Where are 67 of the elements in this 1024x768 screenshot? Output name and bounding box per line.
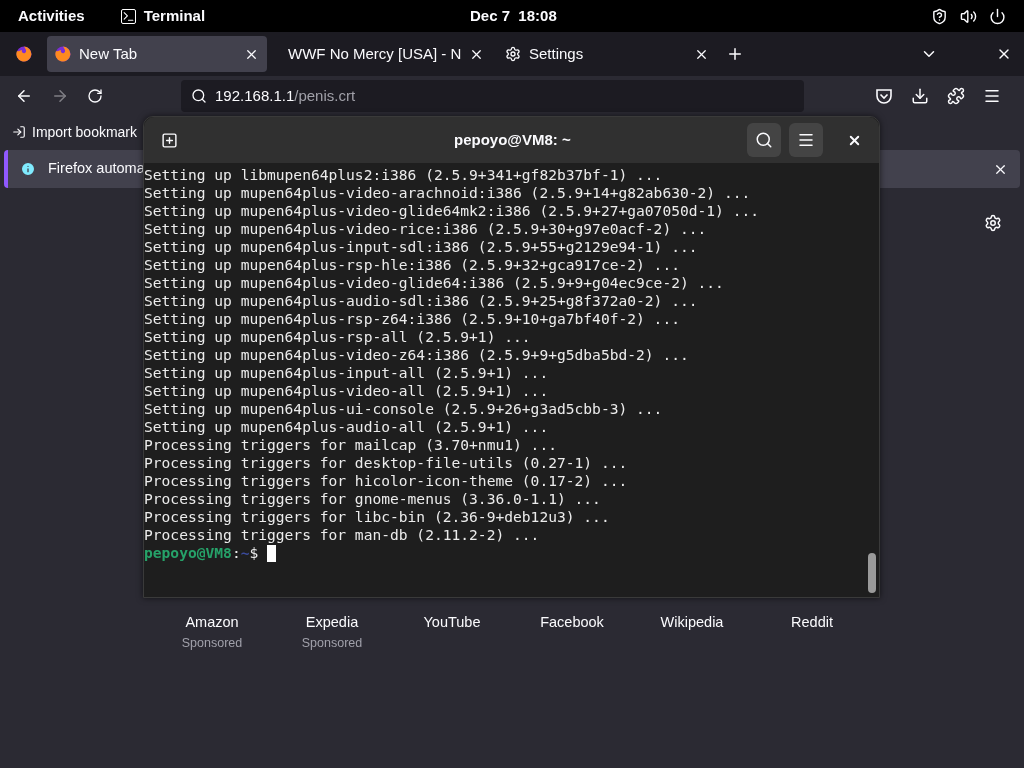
terminal-line: Processing triggers for man-db (2.11.2-2) ... bbox=[144, 526, 540, 544]
clock[interactable]: Dec 7 18:08 bbox=[470, 4, 557, 28]
download-icon[interactable] bbox=[911, 87, 929, 105]
url-text: 192.168.1.1/penis.crt bbox=[215, 85, 356, 106]
search-button[interactable] bbox=[747, 123, 781, 157]
menu-icon bbox=[797, 131, 815, 149]
new-tab-icon bbox=[160, 131, 178, 149]
window-title: pepoyo@VM8: ~ bbox=[454, 129, 571, 150]
settings-icon bbox=[505, 46, 521, 62]
terminal-line: Setting up mupen64plus-ui-console (2.5.9+26+g3ad5cbb-3) ... bbox=[144, 400, 663, 418]
terminal-line: Processing triggers for gnome-menus (3.36.0-1.1) ... bbox=[144, 490, 601, 508]
menu-button[interactable] bbox=[789, 123, 823, 157]
terminal-line: Setting up mupen64plus-video-arachnoid:i386 (2.5.9+14+g82ab630-2) ... bbox=[144, 184, 751, 202]
terminal-line: Setting up mupen64plus-rsp-all (2.5.9+1) ... bbox=[144, 328, 531, 346]
terminal-line: Setting up mupen64plus-video-rice:i386 (2.5.9+30+g97e0acf-2) ... bbox=[144, 220, 707, 238]
tab-title: Settings bbox=[529, 43, 584, 64]
info-icon bbox=[20, 161, 36, 177]
terminal-line: Setting up mupen64plus-video-glide64:i386 (2.5.9+9+g04ec9ce-2) ... bbox=[144, 274, 724, 292]
terminal-line: Setting up mupen64plus-audio-all (2.5.9+1) ... bbox=[144, 418, 549, 436]
pocket-icon[interactable] bbox=[875, 87, 893, 105]
terminal-line: Setting up mupen64plus-rsp-hle:i386 (2.5.9+32+gca917ce-2) ... bbox=[144, 256, 680, 274]
search-icon bbox=[755, 131, 773, 149]
bookmark-link[interactable]: Import bookmark bbox=[32, 121, 138, 143]
terminal-line: Setting up libmupen64plus2:i386 (2.5.9+341+gf82b37bf-1) ... bbox=[144, 166, 663, 184]
terminal-line: Setting up mupen64plus-input-all (2.5.9+1) ... bbox=[144, 364, 549, 382]
menu-icon[interactable] bbox=[983, 87, 1001, 105]
notification-text: Firefox automa bbox=[48, 159, 145, 179]
new-tab-icon[interactable] bbox=[726, 45, 744, 63]
shortcut-title[interactable]: Expedia bbox=[305, 612, 359, 634]
terminal-line: Processing triggers for desktop-file-utils (0.27-1) ... bbox=[144, 454, 628, 472]
network-icon[interactable] bbox=[931, 7, 948, 25]
shortcut-title[interactable]: Amazon bbox=[185, 612, 239, 634]
import-icon bbox=[12, 125, 26, 139]
terminal-line: Processing triggers for mailcap (3.70+nmu1) ... bbox=[144, 436, 557, 454]
tab-title: WWF No Mercy [USA] - N bbox=[288, 43, 462, 64]
browser-tab[interactable]: Settings bbox=[497, 36, 717, 72]
reload-icon[interactable] bbox=[87, 88, 103, 104]
settings-icon[interactable] bbox=[984, 214, 1002, 232]
shortcut-title[interactable]: Reddit bbox=[791, 612, 833, 634]
url-field[interactable]: 192.168.1.1/penis.crt bbox=[181, 80, 804, 112]
sponsored-label: Sponsored bbox=[181, 634, 243, 652]
sponsored-label: Sponsored bbox=[301, 634, 363, 652]
extensions-icon[interactable] bbox=[947, 87, 965, 105]
browser-tab[interactable]: WWF No Mercy [USA] - N bbox=[272, 36, 492, 72]
terminal-line: Processing triggers for hicolor-icon-theme (0.17-2) ... bbox=[144, 472, 628, 490]
browser-tab[interactable]: New Tab bbox=[47, 36, 267, 72]
tab-title: New Tab bbox=[79, 43, 138, 64]
terminal-icon bbox=[120, 8, 136, 24]
terminal-line: Setting up mupen64plus-video-glide64mk2:i386 (2.5.9+27+ga07050d-1) ... bbox=[144, 202, 760, 220]
text-cursor bbox=[267, 544, 277, 562]
activities-button[interactable]: Activities bbox=[18, 4, 85, 28]
terminal-line: Setting up mupen64plus-video-all (2.5.9+1) ... bbox=[144, 382, 549, 400]
power-icon[interactable] bbox=[989, 7, 1006, 25]
shortcut-title[interactable]: Facebook bbox=[540, 612, 604, 634]
shell-prompt: pepoyo@VM8:~$ bbox=[144, 544, 260, 562]
scrollbar[interactable] bbox=[868, 553, 876, 593]
terminal-line: Setting up mupen64plus-input-sdl:i386 (2.5.9+55+g2129e94-1) ... bbox=[144, 238, 698, 256]
shortcut-title[interactable]: Wikipedia bbox=[660, 612, 724, 634]
terminal-line: Setting up mupen64plus-video-z64:i386 (2.5.9+9+g5dba5bd-2) ... bbox=[144, 346, 689, 364]
app-menu[interactable]: Terminal bbox=[143, 4, 206, 28]
terminal-line: Setting up mupen64plus-audio-sdl:i386 (2.5.9+25+g8f372a0-2) ... bbox=[144, 292, 698, 310]
shortcut-title[interactable]: YouTube bbox=[423, 612, 481, 634]
terminal-line: Processing triggers for libc-bin (2.36-9+deb12u3) ... bbox=[144, 508, 610, 526]
terminal-line: Setting up mupen64plus-rsp-z64:i386 (2.5.9+10+ga7bf40f-2) ... bbox=[144, 310, 680, 328]
search-icon bbox=[191, 88, 207, 104]
volume-icon[interactable] bbox=[960, 7, 977, 25]
back-icon[interactable] bbox=[15, 87, 33, 105]
